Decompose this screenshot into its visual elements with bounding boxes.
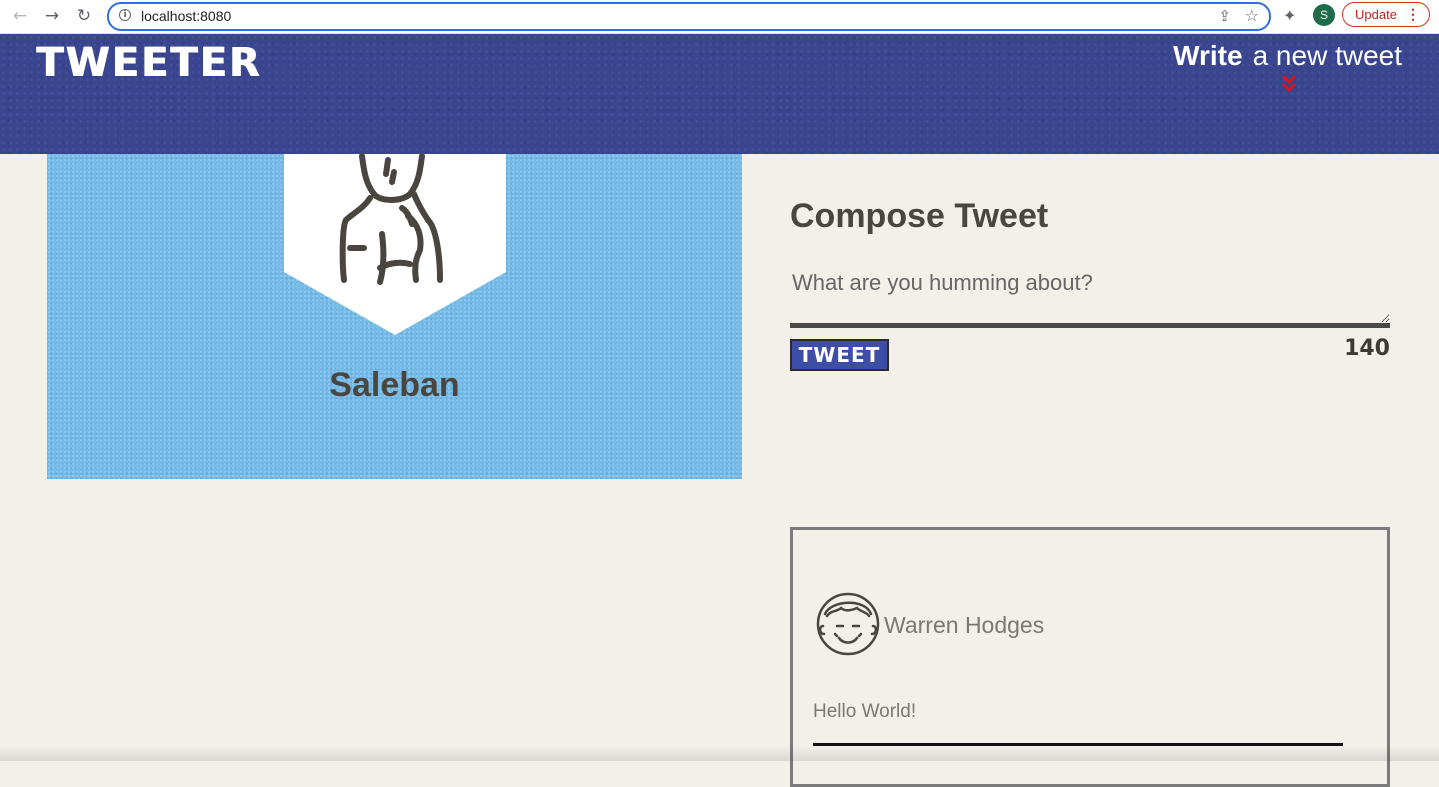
bottom-shadow [0,745,1439,761]
info-icon[interactable]: i [119,9,131,21]
write-label: Write [1173,40,1243,71]
tweet-input[interactable] [790,262,1390,328]
update-button[interactable]: Update ⋮ [1342,2,1430,27]
extensions-icon[interactable]: ✦ [1283,6,1296,25]
double-chevron-down-icon[interactable] [1281,74,1297,94]
tweet-submit-button[interactable]: TWEET [790,339,889,371]
profile-avatar[interactable]: S [1313,4,1335,26]
forward-arrow-icon[interactable]: → [41,5,63,27]
share-icon[interactable]: ⇪ [1218,7,1231,25]
user-avatar-icon [284,154,506,335]
site-header: TWEETER Write a new tweet [0,34,1439,154]
back-arrow-icon[interactable]: ← [9,5,31,27]
tweet-author-name: Warren Hodges [884,612,1045,638]
update-label: Update [1355,7,1397,22]
profile-card: Saleban [47,154,742,479]
address-bar[interactable]: i localhost:8080 ⇪ ☆ [107,2,1271,31]
new-tweet-label: a new tweet [1252,40,1402,71]
star-icon[interactable]: ☆ [1245,6,1259,25]
browser-toolbar: ← → ↻ i localhost:8080 ⇪ ☆ ✦ S Update ⋮ [0,0,1439,34]
reload-icon[interactable]: ↻ [73,5,95,27]
tweet-body: Hello World! [813,701,917,722]
compose-title: Compose Tweet [790,197,1049,235]
brand-logo: TWEETER [36,40,262,86]
url-text[interactable]: localhost:8080 [141,8,231,24]
write-tweet-toggle[interactable]: Write a new tweet [1173,40,1402,72]
character-counter: 140 [1344,336,1390,361]
profile-name: Saleban [329,366,460,404]
author-avatar-icon [816,592,880,656]
kebab-menu-icon[interactable]: ⋮ [1406,6,1420,23]
